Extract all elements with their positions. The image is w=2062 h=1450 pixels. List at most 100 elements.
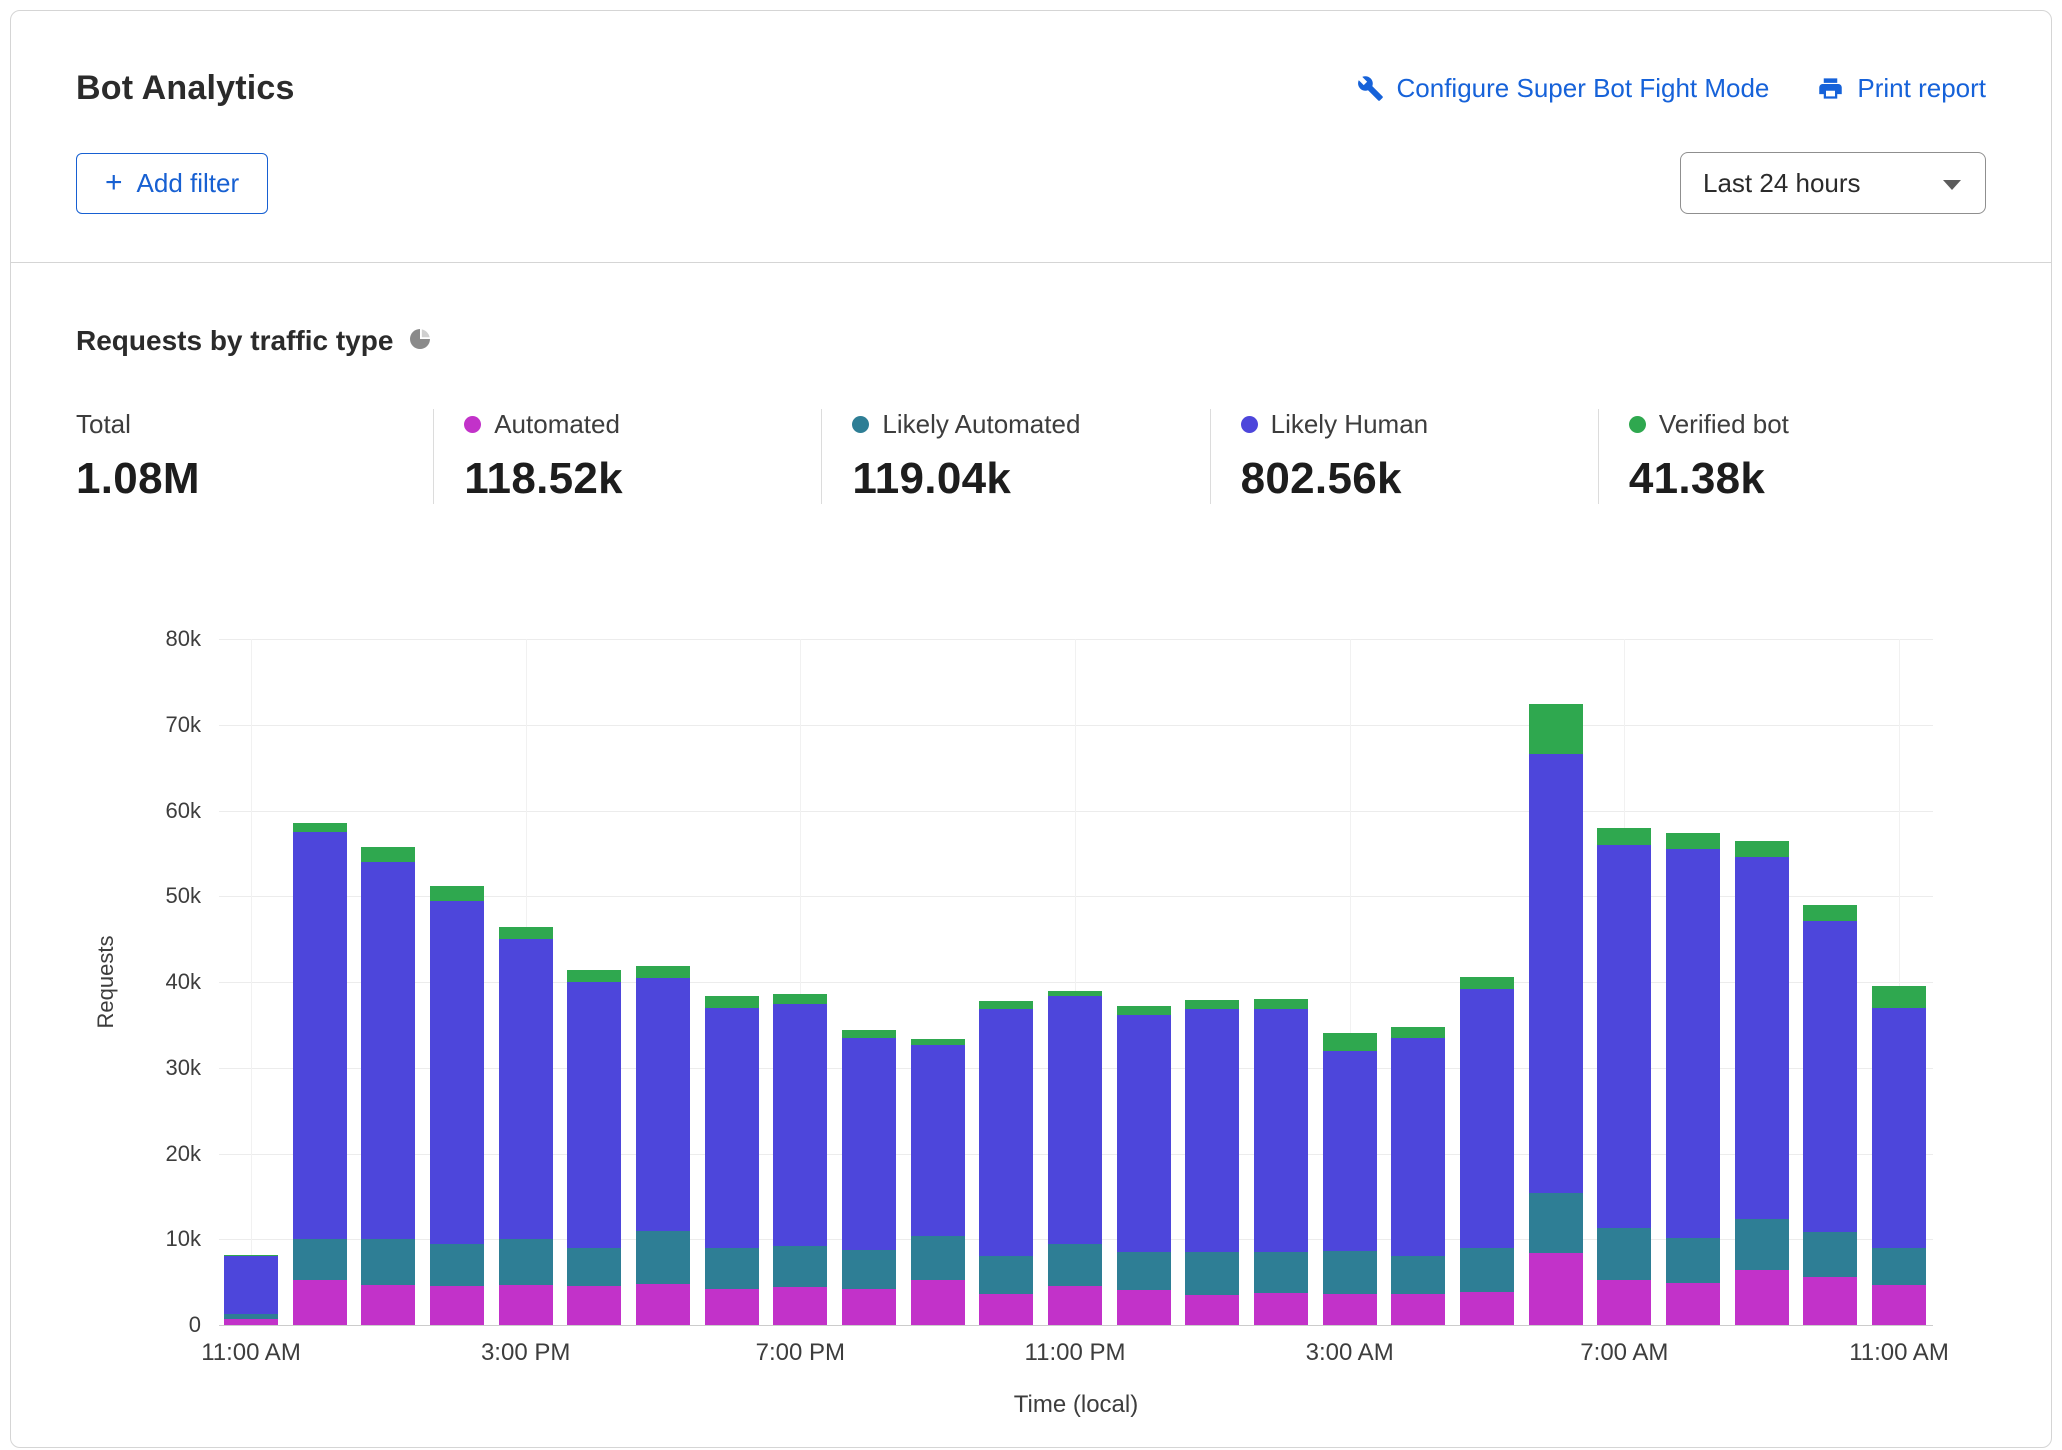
bar-segment-likely-automated[interactable]	[224, 1313, 278, 1319]
bar-segment-automated[interactable]	[1528, 1252, 1583, 1325]
bar-segment-verified-bot[interactable]	[979, 1000, 1034, 1009]
bar-segment-verified-bot[interactable]	[704, 995, 759, 1008]
bar-segment-likely-automated[interactable]	[1460, 1247, 1514, 1293]
bar-segment-likely-automated[interactable]	[773, 1246, 828, 1288]
bar-segment-automated[interactable]	[1048, 1286, 1102, 1325]
bar-segment-verified-bot[interactable]	[224, 1254, 278, 1257]
bar-segment-likely-automated[interactable]	[979, 1256, 1034, 1295]
bar-segment-likely-automated[interactable]	[704, 1247, 759, 1289]
bar-segment-verified-bot[interactable]	[636, 965, 690, 978]
bar-segment-likely-automated[interactable]	[292, 1239, 347, 1281]
bar-segment-likely-human[interactable]	[1185, 1008, 1240, 1253]
bar-segment-likely-automated[interactable]	[1185, 1252, 1240, 1295]
bar-segment-likely-automated[interactable]	[498, 1239, 553, 1285]
bar-segment-likely-human[interactable]	[1391, 1037, 1446, 1257]
bar-segment-verified-bot[interactable]	[292, 822, 347, 832]
bar-segment-likely-human[interactable]	[1872, 1007, 1926, 1248]
bar-segment-likely-automated[interactable]	[1391, 1256, 1446, 1295]
print-report-link[interactable]: Print report	[1817, 73, 1986, 104]
bar-segment-likely-human[interactable]	[1734, 856, 1789, 1219]
bar-segment-likely-automated[interactable]	[1116, 1252, 1171, 1290]
bar-segment-likely-human[interactable]	[1116, 1014, 1171, 1253]
bar-segment-likely-automated[interactable]	[1666, 1237, 1720, 1283]
time-range-select[interactable]: Last 24 hours	[1680, 152, 1986, 214]
bar-segment-likely-automated[interactable]	[1048, 1243, 1102, 1287]
bar-segment-verified-bot[interactable]	[1666, 832, 1720, 850]
bar-segment-likely-human[interactable]	[224, 1256, 278, 1314]
bar-segment-automated[interactable]	[1872, 1284, 1926, 1325]
bar-segment-likely-human[interactable]	[292, 831, 347, 1240]
bar-segment-likely-automated[interactable]	[636, 1230, 690, 1284]
bar-segment-likely-automated[interactable]	[1803, 1231, 1858, 1277]
bar-segment-automated[interactable]	[979, 1294, 1034, 1325]
bar-segment-verified-bot[interactable]	[498, 927, 553, 940]
bar-segment-automated[interactable]	[1116, 1289, 1171, 1325]
bar-segment-verified-bot[interactable]	[361, 847, 416, 862]
bar-segment-verified-bot[interactable]	[1254, 999, 1308, 1010]
bar-segment-likely-automated[interactable]	[1734, 1218, 1789, 1271]
stat-verified-bot[interactable]: Verified bot 41.38k	[1597, 409, 1986, 504]
bar-segment-likely-automated[interactable]	[361, 1239, 416, 1285]
bar-segment-automated[interactable]	[1460, 1292, 1514, 1325]
bar-segment-verified-bot[interactable]	[1322, 1032, 1377, 1051]
bar-segment-automated[interactable]	[1185, 1295, 1240, 1325]
bar-segment-likely-human[interactable]	[1048, 995, 1102, 1244]
bar-segment-verified-bot[interactable]	[773, 994, 828, 1005]
bar-segment-verified-bot[interactable]	[1116, 1006, 1171, 1015]
bar-segment-automated[interactable]	[292, 1280, 347, 1325]
bar-segment-likely-human[interactable]	[1254, 1009, 1308, 1253]
bar-segment-verified-bot[interactable]	[1872, 986, 1926, 1008]
bar-segment-likely-human[interactable]	[979, 1008, 1034, 1257]
bar-segment-likely-human[interactable]	[773, 1004, 828, 1247]
bar-segment-automated[interactable]	[498, 1284, 553, 1325]
bar-segment-likely-automated[interactable]	[1254, 1252, 1308, 1294]
bar-segment-verified-bot[interactable]	[1460, 976, 1514, 989]
bar-segment-likely-human[interactable]	[910, 1045, 965, 1236]
bar-segment-automated[interactable]	[567, 1286, 622, 1325]
bar-segment-automated[interactable]	[1597, 1280, 1652, 1325]
configure-super-bot-fight-mode-link[interactable]: Configure Super Bot Fight Mode	[1357, 73, 1769, 104]
bar-segment-likely-human[interactable]	[636, 977, 690, 1231]
bar-segment-automated[interactable]	[1254, 1293, 1308, 1325]
bar-segment-likely-human[interactable]	[1597, 844, 1652, 1229]
bar-segment-likely-human[interactable]	[498, 939, 553, 1240]
stat-automated[interactable]: Automated 118.52k	[433, 409, 821, 504]
bar-segment-verified-bot[interactable]	[1185, 1000, 1240, 1009]
bar-segment-automated[interactable]	[773, 1287, 828, 1325]
bar-segment-likely-human[interactable]	[1803, 921, 1858, 1232]
bar-segment-verified-bot[interactable]	[842, 1030, 896, 1038]
bar-segment-automated[interactable]	[842, 1289, 896, 1325]
bar-segment-verified-bot[interactable]	[1391, 1027, 1446, 1038]
bar-segment-likely-automated[interactable]	[842, 1249, 896, 1289]
bar-segment-likely-human[interactable]	[567, 982, 622, 1248]
bar-segment-verified-bot[interactable]	[430, 885, 484, 901]
bar-segment-automated[interactable]	[430, 1285, 484, 1325]
bar-segment-verified-bot[interactable]	[1597, 827, 1652, 845]
stat-likely-human[interactable]: Likely Human 802.56k	[1209, 409, 1598, 504]
bar-segment-likely-automated[interactable]	[1322, 1251, 1377, 1295]
bar-segment-likely-human[interactable]	[1666, 849, 1720, 1238]
bar-segment-likely-automated[interactable]	[910, 1235, 965, 1281]
bar-segment-automated[interactable]	[1734, 1270, 1789, 1325]
bar-segment-likely-automated[interactable]	[430, 1243, 484, 1286]
bar-segment-automated[interactable]	[636, 1283, 690, 1325]
bar-segment-likely-human[interactable]	[361, 861, 416, 1240]
bar-segment-automated[interactable]	[910, 1280, 965, 1325]
bar-segment-likely-automated[interactable]	[567, 1247, 622, 1287]
bar-segment-likely-human[interactable]	[704, 1007, 759, 1248]
bar-segment-automated[interactable]	[704, 1289, 759, 1325]
bar-segment-verified-bot[interactable]	[1734, 840, 1789, 857]
bar-segment-likely-automated[interactable]	[1597, 1228, 1652, 1281]
bar-segment-verified-bot[interactable]	[1048, 990, 1102, 996]
bar-segment-verified-bot[interactable]	[910, 1038, 965, 1046]
bar-segment-verified-bot[interactable]	[567, 970, 622, 982]
bar-segment-likely-human[interactable]	[430, 900, 484, 1244]
bar-segment-automated[interactable]	[1666, 1282, 1720, 1325]
bar-segment-likely-human[interactable]	[1528, 753, 1583, 1193]
bar-segment-verified-bot[interactable]	[1528, 704, 1583, 754]
bar-segment-automated[interactable]	[1803, 1276, 1858, 1325]
bar-segment-likely-automated[interactable]	[1872, 1247, 1926, 1285]
bar-segment-likely-human[interactable]	[1460, 988, 1514, 1248]
bar-segment-likely-human[interactable]	[1322, 1050, 1377, 1252]
add-filter-button[interactable]: + Add filter	[76, 152, 269, 214]
